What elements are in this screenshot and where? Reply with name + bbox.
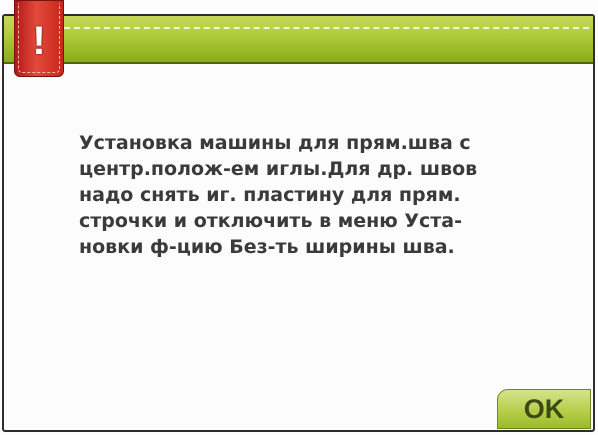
dialog-title-bar xyxy=(4,16,593,64)
ok-button[interactable]: OK xyxy=(497,389,591,429)
screen: ! Установка машины для прям.шва с центр.… xyxy=(0,0,598,435)
dialog-message: Установка машины для прям.шва с центр.по… xyxy=(79,132,478,258)
warning-tab: ! xyxy=(14,0,64,77)
exclamation-icon: ! xyxy=(32,19,46,63)
title-bar-stitch-line xyxy=(54,27,589,29)
